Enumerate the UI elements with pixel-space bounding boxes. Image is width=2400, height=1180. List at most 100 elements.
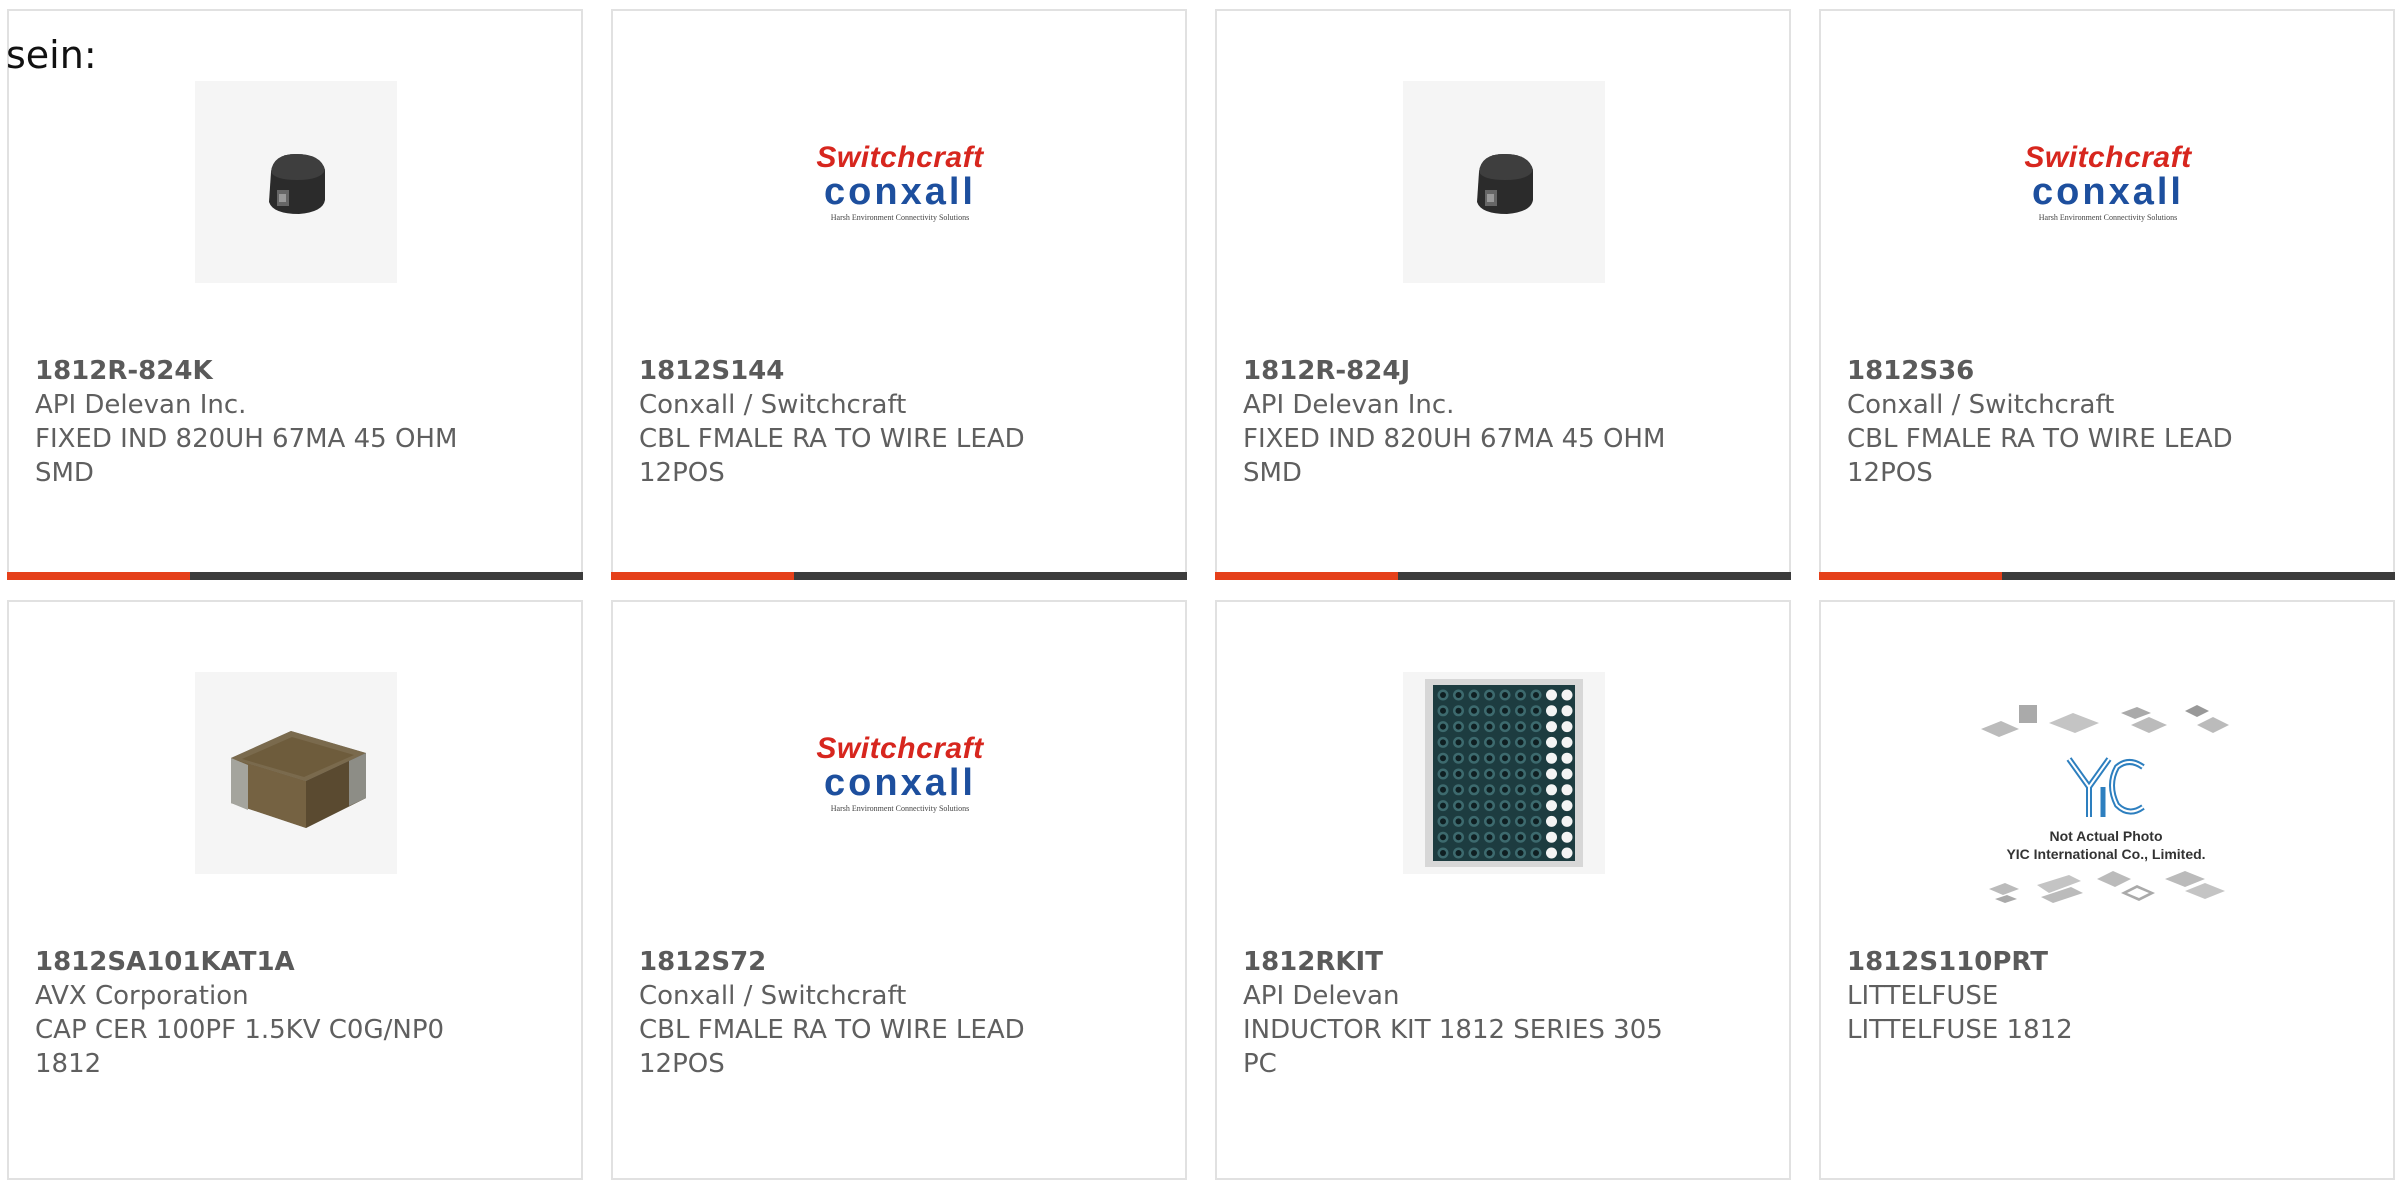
tray-cell — [1546, 752, 1557, 764]
tray-inductor — [1455, 834, 1462, 841]
product-info: 1812S36 Conxall / Switchcraft CBL FMALE … — [1847, 354, 2307, 490]
description-cont: 12POS — [639, 1049, 725, 1079]
manufacturer: Conxall / Switchcraft — [1847, 390, 2115, 420]
tray-inductor — [1533, 786, 1539, 793]
tray-inductor — [1502, 771, 1508, 777]
description-cont: SMD — [1243, 458, 1302, 488]
tray-inductor — [1455, 786, 1462, 793]
tray-inductor — [1471, 786, 1477, 793]
product-card[interactable]: Switchcraft conxall Harsh Environment Co… — [1819, 9, 2395, 580]
tray-inductor — [1471, 834, 1477, 841]
tray-cell — [1561, 800, 1573, 812]
product-info: 1812R-824K API Delevan Inc. FIXED IND 82… — [35, 354, 495, 490]
card-bottom-bar — [1215, 572, 1791, 580]
tray-inductor — [1502, 692, 1508, 698]
product-info: 1812RKIT API Delevan INDUCTOR KIT 1812 S… — [1243, 945, 1703, 1081]
tray-inductor — [1502, 834, 1508, 841]
product-card[interactable]: Not Actual Photo YIC International Co., … — [1819, 600, 2395, 1180]
part-number[interactable]: 1812S110PRT — [1847, 945, 2307, 979]
product-image[interactable] — [1403, 81, 1605, 283]
product-card[interactable]: 1812RKIT API Delevan INDUCTOR KIT 1812 S… — [1215, 600, 1791, 1180]
tray-inductor — [1533, 850, 1539, 856]
placeholder-line1: Not Actual Photo — [2049, 828, 2163, 844]
product-image[interactable]: Switchcraft conxall Harsh Environment Co… — [799, 672, 1001, 874]
switchcraft-conxall-logo: Switchcraft conxall Harsh Environment Co… — [816, 140, 984, 222]
product-card[interactable]: 1812R-824J API Delevan Inc. FIXED IND 82… — [1215, 9, 1791, 580]
product-info: 1812SA101KAT1A AVX Corporation CAP CER 1… — [35, 945, 495, 1081]
tray-inductor — [1517, 771, 1524, 777]
description: CAP CER 100PF 1.5KV C0G/NP0 — [35, 1015, 445, 1045]
tray-inductor — [1471, 802, 1477, 809]
part-number[interactable]: 1812S144 — [639, 354, 1099, 388]
part-number[interactable]: 1812R-824K — [35, 354, 495, 388]
component-outlines-top — [1981, 705, 2229, 737]
card-accent-bar — [7, 572, 190, 580]
tray-cell — [1561, 689, 1573, 701]
tray-inductor — [1517, 786, 1524, 793]
description-cont: 12POS — [1847, 458, 1933, 488]
tray-inductor — [1486, 707, 1493, 714]
card-accent-bar — [611, 572, 794, 580]
product-image[interactable]: Switchcraft conxall Harsh Environment Co… — [2007, 81, 2209, 283]
tray-cell — [1561, 736, 1573, 748]
tray-inductor — [1486, 692, 1493, 698]
tray-cell — [1546, 721, 1557, 733]
part-number[interactable]: 1812R-824J — [1243, 354, 1703, 388]
tray-inductor — [1455, 707, 1462, 714]
part-number[interactable]: 1812S36 — [1847, 354, 2307, 388]
product-image[interactable] — [195, 81, 397, 283]
tray-inductor — [1440, 771, 1446, 777]
manufacturer: AVX Corporation — [35, 981, 249, 1011]
tray-cell — [1546, 689, 1557, 701]
manufacturer: API Delevan — [1243, 981, 1400, 1011]
tray-inductor — [1502, 802, 1508, 809]
tray-inductor — [1486, 850, 1493, 856]
product-card[interactable]: Switchcraft conxall Harsh Environment Co… — [611, 600, 1187, 1180]
product-info: 1812S72 Conxall / Switchcraft CBL FMALE … — [639, 945, 1099, 1081]
tray-inductor — [1517, 834, 1524, 841]
tray-inductor — [1455, 850, 1462, 856]
product-info: 1812S110PRT LITTELFUSE LITTELFUSE 1812 — [1847, 945, 2307, 1047]
part-number[interactable]: 1812SA101KAT1A — [35, 945, 495, 979]
part-number[interactable]: 1812S72 — [639, 945, 1099, 979]
description: INDUCTOR KIT 1812 SERIES 305 — [1243, 1015, 1663, 1045]
tray-inductor — [1455, 755, 1462, 762]
tray-inductor — [1471, 771, 1477, 777]
card-bottom-bar — [1819, 572, 2395, 580]
manufacturer: API Delevan Inc. — [1243, 390, 1455, 420]
product-card[interactable]: Switchcraft conxall Harsh Environment Co… — [611, 9, 1187, 580]
description: CBL FMALE RA TO WIRE LEAD — [639, 1015, 1025, 1045]
tray-inductor — [1471, 850, 1477, 856]
description-cont: PC — [1243, 1049, 1277, 1079]
tray-inductor — [1440, 786, 1446, 793]
product-info: 1812R-824J API Delevan Inc. FIXED IND 82… — [1243, 354, 1703, 490]
tray-inductor — [1486, 723, 1493, 730]
tray-inductor — [1471, 723, 1477, 730]
part-number[interactable]: 1812RKIT — [1243, 945, 1703, 979]
tray-inductor — [1502, 818, 1508, 825]
tray-cell — [1561, 705, 1573, 717]
tray-inductor — [1486, 755, 1493, 762]
tray-inductor — [1471, 739, 1477, 746]
product-image[interactable]: Not Actual Photo YIC International Co., … — [1971, 688, 2241, 922]
tray-cell — [1546, 815, 1557, 827]
description-cont: 12POS — [639, 458, 725, 488]
switchcraft-conxall-logo: Switchcraft conxall Harsh Environment Co… — [816, 731, 984, 813]
tray-inductor — [1533, 755, 1539, 762]
product-image[interactable] — [1403, 672, 1605, 874]
tray-inductor — [1486, 834, 1493, 841]
product-image[interactable] — [195, 672, 397, 874]
tray-cell — [1546, 847, 1557, 859]
product-card[interactable]: 1812SA101KAT1A AVX Corporation CAP CER 1… — [7, 600, 583, 1180]
tray-inductor — [1502, 850, 1508, 856]
tray-inductor — [1517, 723, 1524, 730]
product-card[interactable]: 1812R-824K API Delevan Inc. FIXED IND 82… — [7, 9, 583, 580]
tray-cell — [1546, 831, 1557, 843]
tray-cell — [1546, 705, 1557, 717]
tray-inductor — [1440, 723, 1446, 730]
card-bottom-bar — [611, 572, 1187, 580]
description: FIXED IND 820UH 67MA 45 OHM — [1243, 424, 1666, 454]
tray-inductor — [1471, 755, 1477, 762]
product-image[interactable]: Switchcraft conxall Harsh Environment Co… — [799, 81, 1001, 283]
tray-cell — [1546, 736, 1557, 748]
